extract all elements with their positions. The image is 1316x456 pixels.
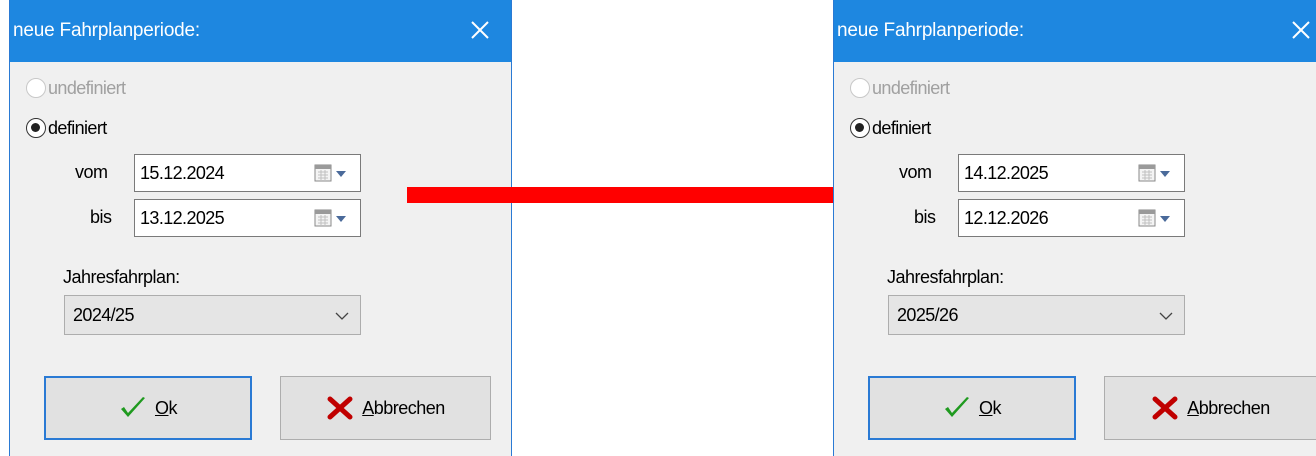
radio-defined[interactable]: definiert (850, 116, 931, 140)
radio-circle-icon (26, 78, 46, 98)
radio-undefined[interactable]: undefiniert (26, 76, 126, 100)
to-label: bis (914, 207, 936, 227)
cancel-label-rest: bbrechen (373, 397, 446, 418)
ok-label-rest: k (992, 397, 1002, 418)
radio-defined[interactable]: definiert (26, 116, 107, 140)
radio-undefined-label: undefiniert (872, 77, 950, 98)
timetable-label: Jahresfahrplan: (887, 267, 1004, 287)
from-label: vom (899, 162, 932, 182)
title-bar: neue Fahrplanperiode: (10, 0, 511, 62)
checkmark-icon (944, 397, 969, 417)
ok-button[interactable]: Ok (44, 376, 252, 440)
title-bar: neue Fahrplanperiode: (834, 0, 1316, 62)
x-mark-icon (327, 396, 353, 420)
from-date-picker[interactable]: 15.12.2024 (134, 154, 361, 192)
timetable-select[interactable]: 2024/25 (64, 295, 361, 335)
cancel-button[interactable]: Abbrechen (280, 376, 491, 440)
ok-button[interactable]: Ok (868, 376, 1076, 440)
radio-defined-label: definiert (48, 117, 107, 138)
arrow-right-icon (407, 165, 892, 225)
dialog-next-period: neue Fahrplanperiode: undefiniert defini… (833, 0, 1316, 456)
from-date-picker[interactable]: 14.12.2025 (958, 154, 1185, 192)
from-date-value[interactable]: 15.12.2024 (140, 163, 225, 184)
cancel-mnemonic: A (1187, 397, 1199, 418)
close-icon[interactable] (1289, 18, 1313, 42)
cancel-mnemonic: A (362, 397, 374, 418)
dialog-title: neue Fahrplanperiode: (837, 20, 1024, 41)
ok-label-rest: k (168, 397, 178, 418)
to-date-picker[interactable]: 13.12.2025 (134, 199, 361, 237)
radio-selected-icon (850, 118, 870, 138)
timetable-value: 2025/26 (897, 305, 958, 325)
to-date-picker[interactable]: 12.12.2026 (958, 199, 1185, 237)
x-mark-icon (1152, 396, 1178, 420)
calendar-dropdown-icon[interactable] (314, 209, 354, 229)
checkmark-icon (120, 397, 145, 417)
radio-circle-icon (850, 78, 870, 98)
chevron-down-icon[interactable] (1158, 309, 1174, 323)
to-date-value[interactable]: 13.12.2025 (140, 208, 225, 229)
radio-undefined-label: undefiniert (48, 77, 126, 98)
chevron-down-icon[interactable] (334, 309, 350, 323)
dialog-current-period: neue Fahrplanperiode: undefiniert defini… (9, 0, 512, 456)
to-label: bis (90, 207, 112, 227)
from-date-value[interactable]: 14.12.2025 (964, 163, 1049, 184)
radio-selected-icon (26, 118, 46, 138)
calendar-dropdown-icon[interactable] (314, 164, 354, 184)
ok-mnemonic: O (978, 397, 993, 418)
calendar-dropdown-icon[interactable] (1138, 209, 1178, 229)
ok-mnemonic: O (154, 397, 169, 418)
from-label: vom (75, 162, 108, 182)
radio-undefined[interactable]: undefiniert (850, 76, 950, 100)
dialog-title: neue Fahrplanperiode: (13, 20, 200, 41)
close-icon[interactable] (468, 18, 492, 42)
timetable-label: Jahresfahrplan: (63, 267, 180, 287)
calendar-dropdown-icon[interactable] (1138, 164, 1178, 184)
radio-defined-label: definiert (872, 117, 931, 138)
cancel-label-rest: bbrechen (1198, 397, 1271, 418)
cancel-button[interactable]: Abbrechen (1104, 376, 1316, 440)
timetable-select[interactable]: 2025/26 (888, 295, 1185, 335)
to-date-value[interactable]: 12.12.2026 (964, 208, 1049, 229)
timetable-value: 2024/25 (73, 305, 134, 325)
screenshot-stage: neue Fahrplanperiode: undefiniert defini… (0, 0, 1316, 456)
